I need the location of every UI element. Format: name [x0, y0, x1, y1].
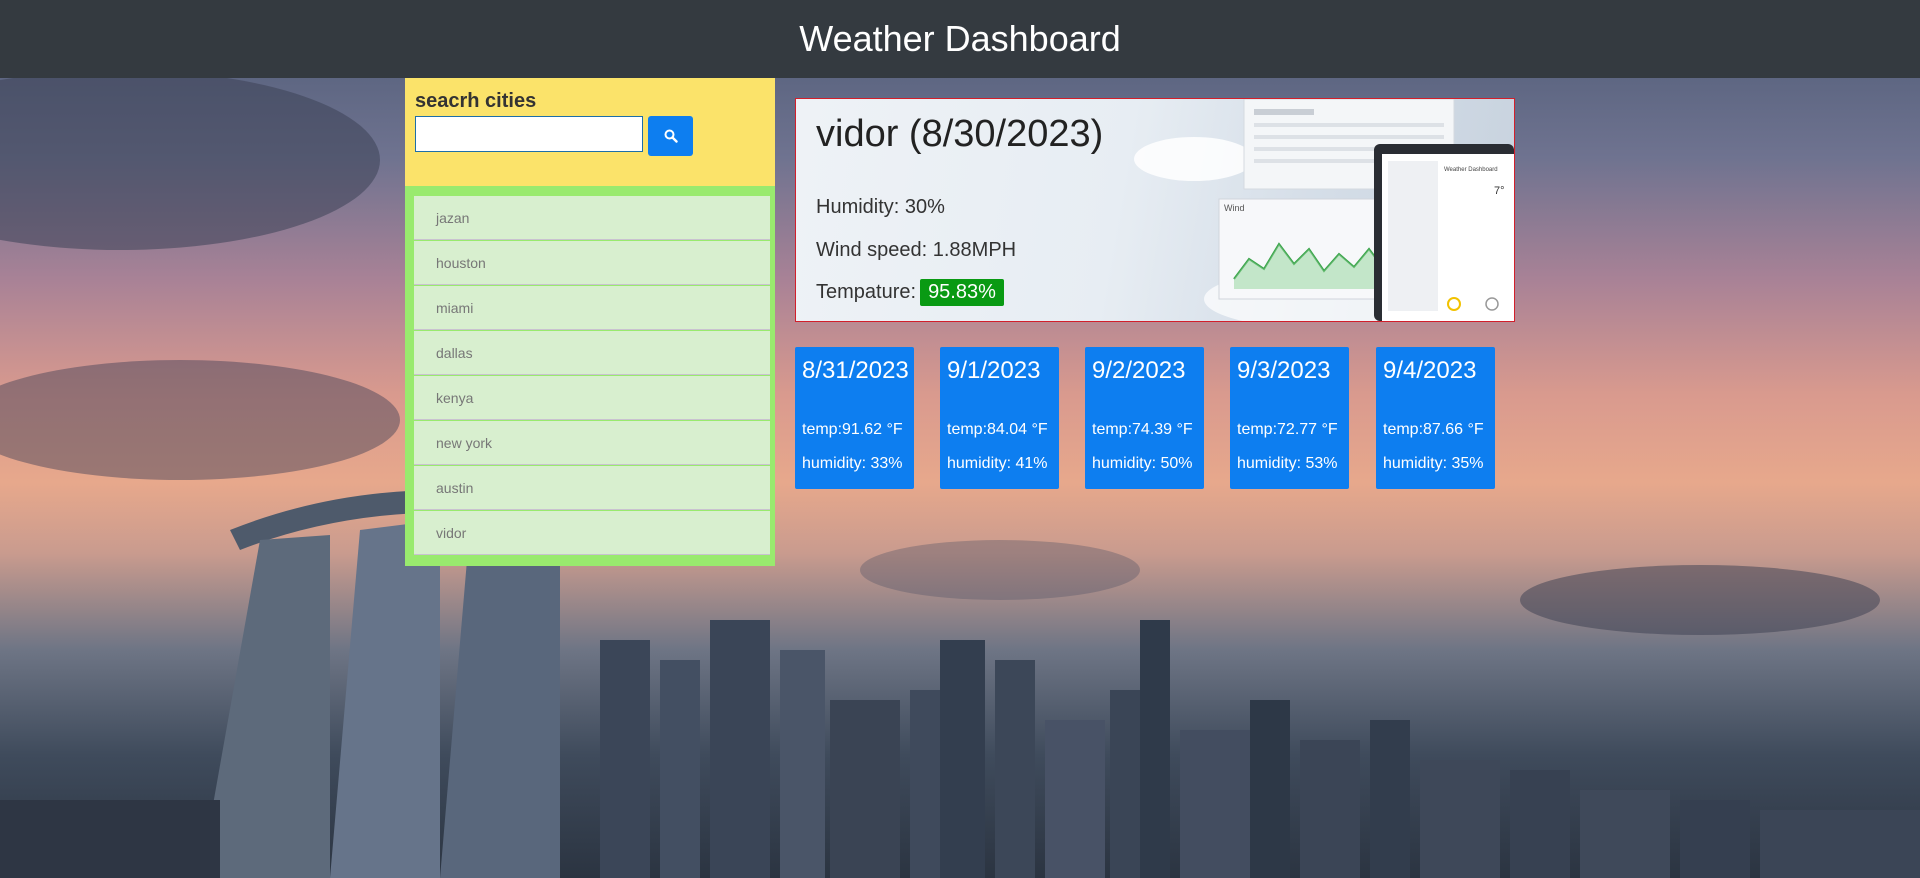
search-history-panel: jazan houston miami dallas kenya new yor…: [405, 186, 775, 566]
forecast-card: 9/2/2023 temp:74.39 °F humidity: 50%: [1085, 347, 1204, 489]
current-weather-card: Wind Weather Dashboard 7° vidor (8/30/20…: [795, 98, 1515, 322]
forecast-date: 9/4/2023: [1383, 357, 1477, 384]
forecast-card: 9/3/2023 temp:72.77 °F humidity: 53%: [1230, 347, 1349, 489]
temperature-label: Tempature:: [816, 281, 917, 303]
svg-text:Wind: Wind: [1224, 203, 1245, 213]
history-item-vidor[interactable]: vidor: [414, 511, 770, 555]
search-label: seacrh cities: [415, 90, 537, 112]
app-header: Weather Dashboard: [0, 0, 1920, 78]
forecast-humidity: humidity: 41%: [947, 455, 1048, 472]
history-item-jazan[interactable]: jazan: [414, 196, 770, 240]
forecast-humidity: humidity: 53%: [1237, 455, 1338, 472]
search-icon: [664, 129, 678, 143]
current-humidity: Humidity: 30%: [816, 196, 945, 218]
current-temperature: Tempature: 95.83%: [816, 279, 1004, 306]
search-panel: seacrh cities: [405, 78, 775, 186]
forecast-humidity: humidity: 50%: [1092, 455, 1193, 472]
forecast-date: 9/3/2023: [1237, 357, 1331, 384]
forecast-date: 9/1/2023: [947, 357, 1041, 384]
temperature-badge: 95.83%: [920, 279, 1004, 306]
forecast-temp: temp:74.39 °F: [1092, 421, 1193, 438]
forecast-card: 8/31/2023 temp:91.62 °F humidity: 33%: [795, 347, 914, 489]
forecast-date: 8/31/2023: [802, 357, 909, 384]
current-wind-speed: Wind speed: 1.88MPH: [816, 239, 1017, 261]
city-search-input[interactable]: [415, 116, 643, 152]
history-item-miami[interactable]: miami: [414, 286, 770, 330]
forecast-humidity: humidity: 35%: [1383, 455, 1484, 472]
forecast-temp: temp:91.62 °F: [802, 421, 903, 438]
history-item-dallas[interactable]: dallas: [414, 331, 770, 375]
page-title: Weather Dashboard: [799, 18, 1121, 59]
history-item-new-york[interactable]: new york: [414, 421, 770, 465]
history-item-houston[interactable]: houston: [414, 241, 770, 285]
svg-text:7°: 7°: [1494, 185, 1505, 197]
history-item-austin[interactable]: austin: [414, 466, 770, 510]
search-button[interactable]: [648, 116, 693, 156]
current-city-title: vidor (8/30/2023): [816, 113, 1104, 155]
history-item-kenya[interactable]: kenya: [414, 376, 770, 420]
forecast-date: 9/2/2023: [1092, 357, 1186, 384]
dashboard-mockup-image: Wind Weather Dashboard 7°: [1134, 99, 1514, 321]
forecast-temp: temp:84.04 °F: [947, 421, 1048, 438]
svg-text:Weather Dashboard: Weather Dashboard: [1444, 167, 1498, 173]
forecast-card: 9/1/2023 temp:84.04 °F humidity: 41%: [940, 347, 1059, 489]
forecast-humidity: humidity: 33%: [802, 455, 903, 472]
forecast-temp: temp:87.66 °F: [1383, 421, 1484, 438]
forecast-card: 9/4/2023 temp:87.66 °F humidity: 35%: [1376, 347, 1495, 489]
forecast-temp: temp:72.77 °F: [1237, 421, 1338, 438]
search-history-list: jazan houston miami dallas kenya new yor…: [414, 196, 770, 556]
